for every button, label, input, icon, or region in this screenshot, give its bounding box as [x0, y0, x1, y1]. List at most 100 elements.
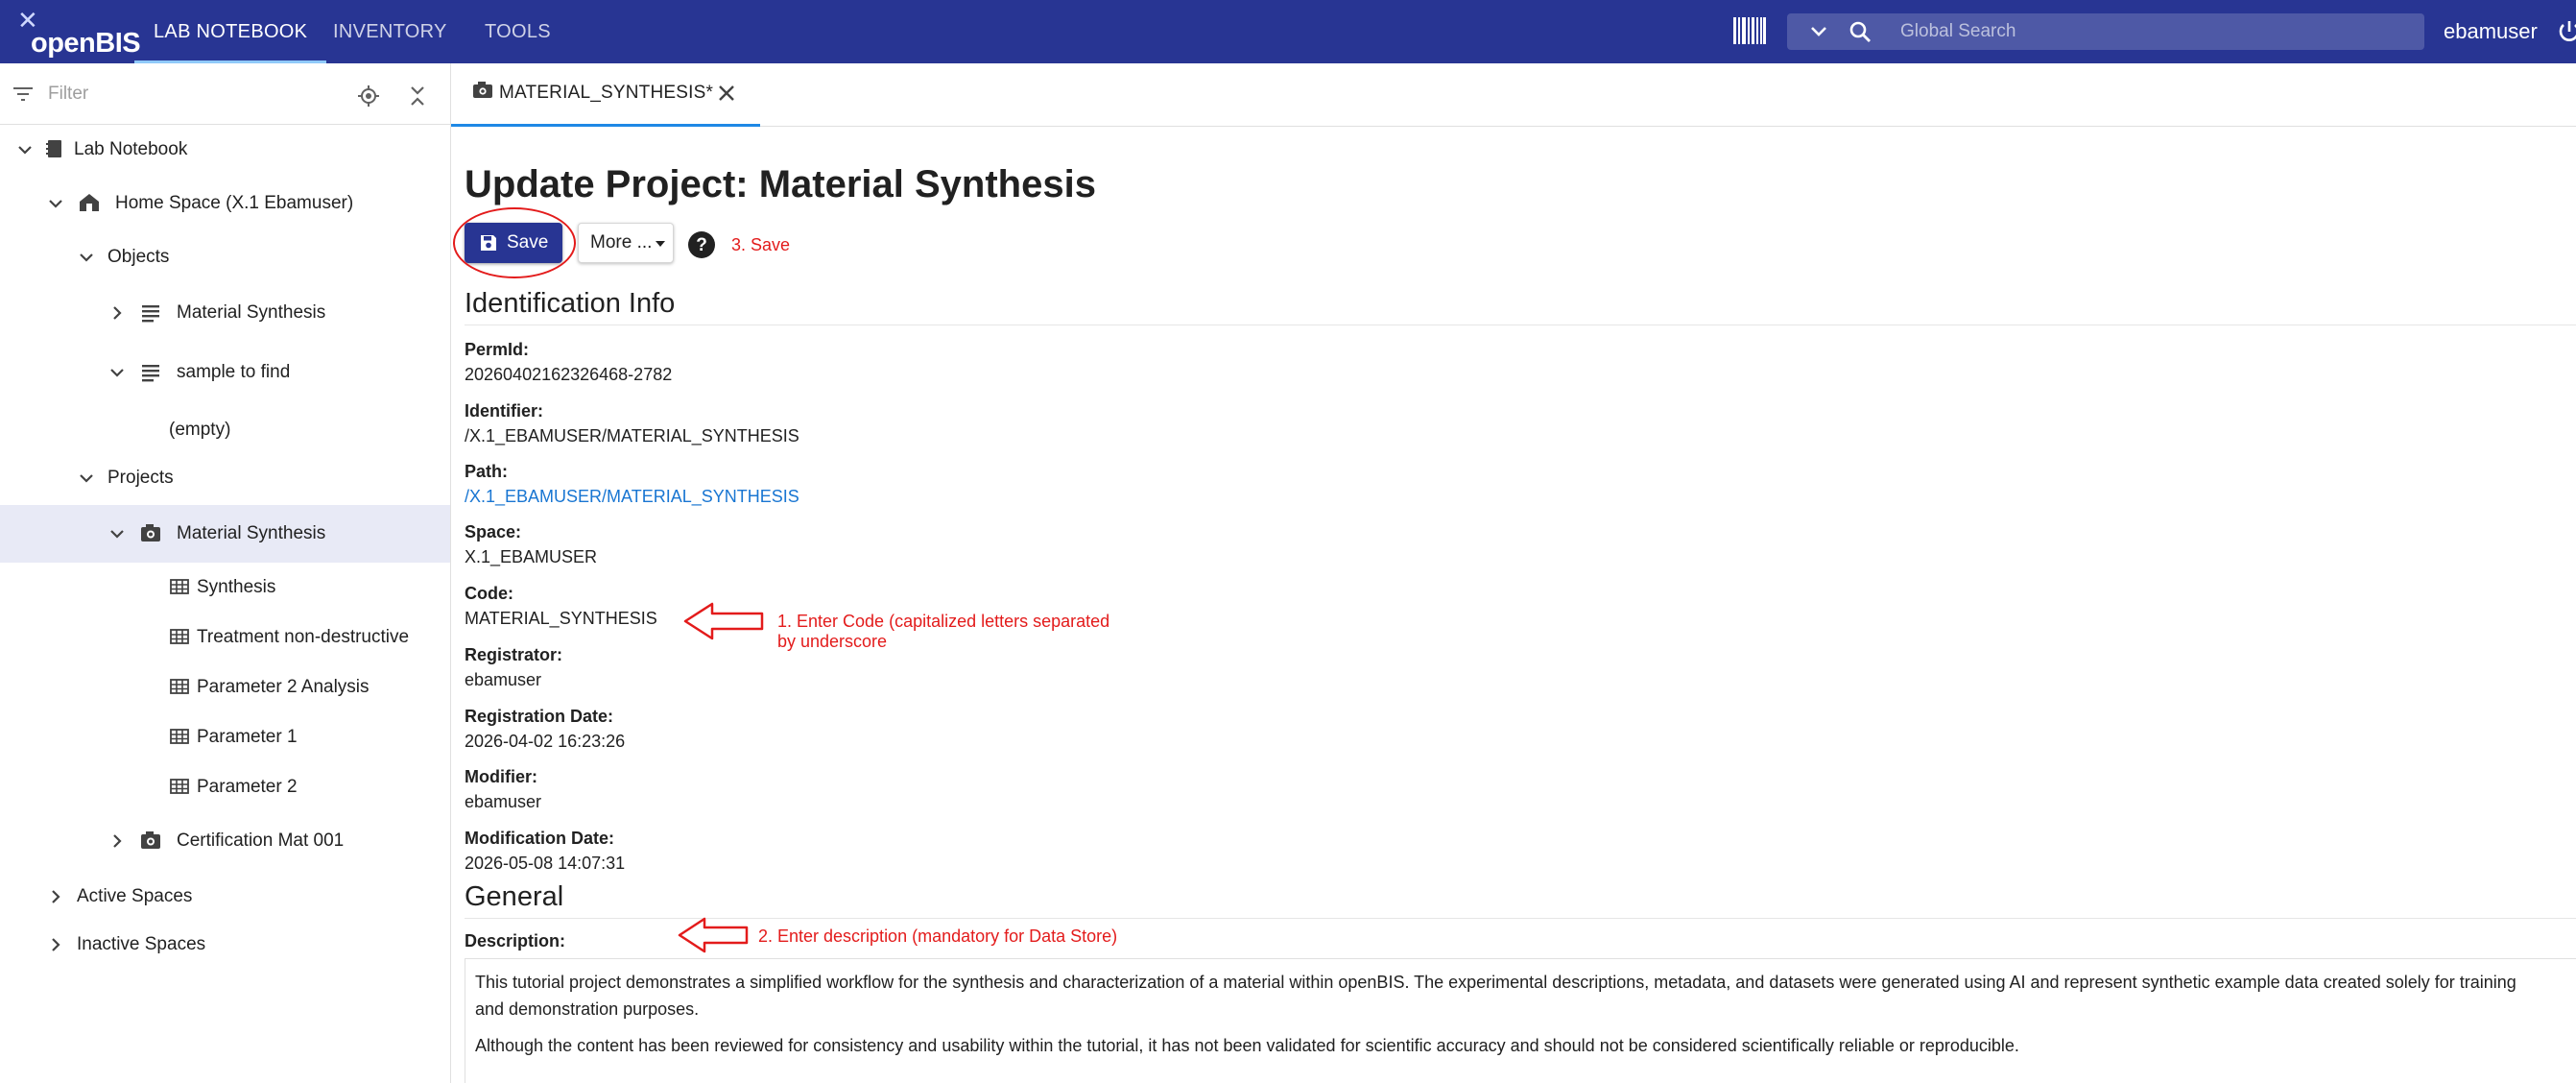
- modifier-label: Modifier:: [465, 767, 537, 786]
- tree-item-synthesis[interactable]: Synthesis: [0, 563, 450, 613]
- document-tabs: MATERIAL_SYNTHESIS*: [451, 63, 2576, 127]
- chevron-down-icon[interactable]: [107, 524, 127, 543]
- tree-item-empty: (empty): [0, 405, 450, 455]
- chevron-down-icon[interactable]: [1810, 23, 1827, 40]
- table-icon: [170, 679, 189, 694]
- search-icon: [1849, 21, 1871, 42]
- openbis-logo[interactable]: ✕ openBIS: [17, 8, 141, 59]
- tree-item-parameter-2-analysis[interactable]: Parameter 2 Analysis: [0, 662, 450, 712]
- tree-item-label: Treatment non-destructive: [197, 627, 410, 647]
- object-lines-icon: [142, 305, 159, 323]
- annotation-save: 3. Save: [731, 235, 791, 254]
- identifier-label: Identifier:: [465, 401, 544, 421]
- tree-item-active-spaces[interactable]: Active Spaces: [0, 872, 450, 922]
- tree-item-label: Lab Notebook: [74, 139, 188, 159]
- tree-item-projects[interactable]: Projects: [0, 453, 450, 503]
- section-divider: [465, 918, 2576, 919]
- registrator-label: Registrator:: [465, 645, 563, 664]
- tree-item-label: Parameter 2: [197, 777, 298, 797]
- filter-input[interactable]: [48, 77, 336, 111]
- tree-item-label: Certification Mat 001: [177, 830, 345, 851]
- collapse-all-icon[interactable]: [407, 84, 428, 108]
- annotation-arrow-description: [678, 917, 749, 953]
- description-label: Description:: [465, 931, 566, 951]
- modification-date-value: 2026-05-08 14:07:31: [465, 854, 626, 873]
- power-icon[interactable]: [2557, 19, 2576, 44]
- home-space-icon: [80, 194, 99, 211]
- project-camera-icon: [473, 82, 492, 98]
- tree-item-inactive-spaces[interactable]: Inactive Spaces: [0, 920, 450, 970]
- permid-label: PermId:: [465, 340, 530, 359]
- chevron-right-icon[interactable]: [107, 831, 127, 851]
- tree-item-parameter-2[interactable]: Parameter 2: [0, 762, 450, 812]
- barcode-icon[interactable]: [1733, 17, 1766, 44]
- tree-item-label: Material Synthesis: [177, 302, 326, 323]
- tree-item-sample-to-find[interactable]: sample to find: [0, 348, 450, 397]
- table-icon: [170, 629, 189, 644]
- code-value: MATERIAL_SYNTHESIS: [465, 609, 657, 628]
- tree-item-parameter-1[interactable]: Parameter 1: [0, 712, 450, 762]
- global-search: [1787, 13, 2424, 50]
- tree-item-object-material-synthesis[interactable]: Material Synthesis: [0, 288, 450, 338]
- tree-item-label: Active Spaces: [77, 886, 193, 906]
- registration-date-value: 2026-04-02 16:23:26: [465, 732, 626, 751]
- code-label: Code:: [465, 584, 513, 603]
- description-editor[interactable]: This tutorial project demonstrates a sim…: [465, 958, 2576, 1083]
- tree-item-label: (empty): [169, 420, 231, 440]
- chevron-down-icon[interactable]: [15, 140, 35, 159]
- close-icon[interactable]: [716, 83, 737, 104]
- sidebar-filter: [0, 63, 451, 125]
- chevron-down-icon[interactable]: [107, 363, 127, 382]
- tree-item-treatment-non-destructive[interactable]: Treatment non-destructive: [0, 613, 450, 662]
- help-circle-icon[interactable]: ?: [687, 230, 716, 259]
- annotation-code-line2: by underscore: [777, 632, 888, 651]
- tree-item-project-material-synthesis[interactable]: Material Synthesis: [0, 505, 450, 563]
- tree-item-label: Objects: [107, 247, 170, 267]
- section-identification-info: Identification Info: [465, 288, 676, 319]
- caret-down-icon: [656, 241, 665, 247]
- global-search-input[interactable]: [1900, 13, 2409, 50]
- object-lines-icon: [142, 365, 159, 382]
- tree-item-label: Inactive Spaces: [77, 934, 206, 954]
- more-label: More ...: [590, 232, 653, 253]
- chevron-down-icon[interactable]: [77, 248, 96, 267]
- annotation-arrow-code: [683, 602, 764, 640]
- tree-item-certification-mat-001[interactable]: Certification Mat 001: [0, 816, 450, 866]
- tree-item-lab-notebook[interactable]: Lab Notebook: [0, 125, 450, 175]
- app-bar: ✕ openBIS LAB NOTEBOOK INVENTORY TOOLS e…: [0, 0, 2576, 63]
- locate-icon[interactable]: [357, 84, 380, 108]
- annotation-code-line1: 1. Enter Code (capitalized letters separ…: [777, 612, 1110, 631]
- tab-label: MATERIAL_SYNTHESIS*: [499, 83, 714, 103]
- logo-text: openBIS: [31, 28, 141, 59]
- modification-date-label: Modification Date:: [465, 829, 614, 848]
- space-label: Space:: [465, 522, 522, 542]
- filter-icon: [13, 87, 33, 101]
- tree-item-label: Parameter 2 Analysis: [197, 677, 370, 697]
- chevron-right-icon[interactable]: [107, 303, 127, 323]
- tree-item-objects[interactable]: Objects: [0, 232, 450, 282]
- space-value: X.1_EBAMUSER: [465, 547, 598, 566]
- nav-tab-tools[interactable]: TOOLS: [485, 0, 551, 63]
- svg-text:?: ?: [696, 235, 707, 255]
- path-link[interactable]: /X.1_EBAMUSER/MATERIAL_SYNTHESIS: [465, 487, 799, 507]
- project-camera-icon: [141, 524, 160, 542]
- section-general: General: [465, 881, 564, 912]
- chevron-down-icon[interactable]: [77, 469, 96, 488]
- modifier-value: ebamuser: [465, 792, 542, 811]
- nav-tab-lab-notebook[interactable]: LAB NOTEBOOK: [133, 0, 327, 63]
- registration-date-label: Registration Date:: [465, 707, 614, 726]
- chevron-right-icon[interactable]: [46, 935, 65, 954]
- chevron-down-icon[interactable]: [46, 194, 65, 213]
- identifier-value: /X.1_EBAMUSER/MATERIAL_SYNTHESIS: [465, 426, 799, 445]
- tab-material-synthesis[interactable]: MATERIAL_SYNTHESIS*: [451, 63, 760, 127]
- tree-item-home-space[interactable]: Home Space (X.1 Ebamuser): [0, 179, 450, 229]
- sidebar: Lab Notebook Home Space (X.1 Ebamuser) O…: [0, 63, 451, 1083]
- annotation-description: 2. Enter description (mandatory for Data…: [758, 927, 1118, 946]
- more-dropdown-button[interactable]: More ...: [578, 223, 674, 263]
- path-label: Path:: [465, 462, 508, 481]
- chevron-right-icon[interactable]: [46, 887, 65, 906]
- username[interactable]: ebamuser: [2444, 0, 2538, 63]
- tree-item-label: Material Synthesis: [177, 523, 326, 543]
- nav-tab-inventory[interactable]: INVENTORY: [333, 0, 447, 63]
- description-paragraph-1: This tutorial project demonstrates a sim…: [475, 973, 2516, 1019]
